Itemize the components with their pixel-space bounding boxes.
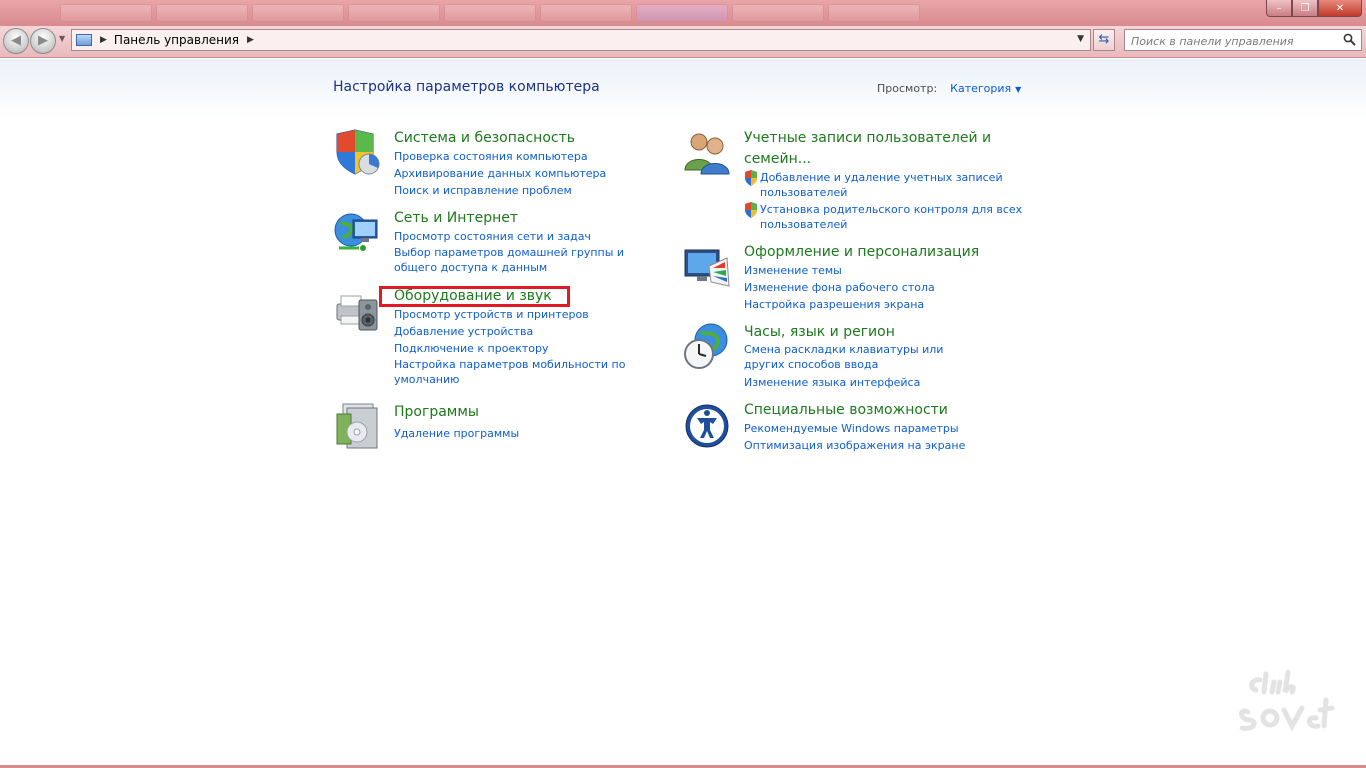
link-interface-language[interactable]: Изменение языка интерфейса [744,374,984,391]
search-input[interactable] [1125,31,1335,52]
monitor-palette-icon [684,249,730,287]
highlight-box [379,286,570,307]
minimize-button[interactable]: – [1266,0,1292,17]
link-screen-resolution[interactable]: Настройка разрешения экрана [744,296,979,313]
maximize-button[interactable]: ❐ [1292,0,1318,17]
breadcrumb-control-panel[interactable]: Панель управления [114,33,239,47]
link-backup-computer[interactable]: Архивирование данных компьютера [394,165,606,182]
category-title-network-internet[interactable]: Сеть и Интернет [394,208,664,228]
category-title-user-accounts[interactable]: Учетные записи пользователей и семейн... [744,128,994,170]
category-text: Часы, язык и регион Смена раскладки клав… [744,322,984,391]
background-tab [60,4,152,22]
background-tab [732,4,824,22]
refresh-button[interactable]: ⇆ [1093,29,1115,51]
category-text: Учетные записи пользователей и семейн...… [744,128,1032,234]
link-devices-printers[interactable]: Просмотр устройств и принтеров [394,306,634,323]
link-connect-projector[interactable]: Подключение к проектору [394,340,634,357]
category-text: Оформление и персонализация Изменение те… [744,242,979,313]
link-optimize-display[interactable]: Оптимизация изображения на экране [744,437,965,454]
view-label: Просмотр: [877,82,938,95]
background-tab [540,4,632,22]
background-taskbar-tabs [60,4,920,22]
accessibility-icon [685,404,729,448]
link-recommended-settings[interactable]: Рекомендуемые Windows параметры [744,420,965,437]
navigation-bar: ◀ ▶ ▼ ▶ Панель управления ▶ ▼ ⇆ [0,26,1366,58]
control-panel-icon [76,34,92,46]
breadcrumb-arrow-icon[interactable]: ▶ [247,35,254,45]
shield-pie-icon [336,129,380,175]
printer-speaker-icon [336,295,378,331]
view-mode-dropdown[interactable]: Категория ▼ [950,82,1021,95]
recent-pages-dropdown[interactable]: ▼ [59,34,65,43]
link-add-device[interactable]: Добавление устройства [394,323,634,340]
background-tab [156,4,248,22]
window-titlebar: – ❐ ✕ [0,0,1366,26]
category-title-system-security[interactable]: Система и безопасность [394,128,606,148]
link-add-remove-accounts[interactable]: Добавление и удаление учетных записей по… [760,170,1032,200]
clock-globe-icon [684,323,728,369]
link-mobility-settings[interactable]: Настройка параметров мобильности по умол… [394,357,634,387]
view-selector: Просмотр: Категория ▼ [877,82,1021,95]
category-title-ease-of-access[interactable]: Специальные возможности [744,400,965,420]
chevron-down-icon[interactable]: ▼ [1015,85,1021,94]
window-controls: – ❐ ✕ [1266,0,1362,17]
link-uninstall-program[interactable]: Удаление программы [394,425,519,442]
view-mode-value[interactable]: Категория [950,82,1011,95]
watermark-logo [1239,669,1335,732]
search-icon[interactable] [1343,33,1356,46]
category-text: Система и безопасность Проверка состояни… [394,128,606,199]
breadcrumb-arrow-icon[interactable]: ▶ [100,35,107,45]
link-change-theme[interactable]: Изменение темы [744,262,979,279]
link-parental-controls[interactable]: Установка родительского контроля для все… [760,202,1032,232]
shield-link: Добавление и удаление учетных записей по… [744,170,1032,202]
background-tab [636,4,728,22]
background-tab [252,4,344,22]
link-find-fix-problems[interactable]: Поиск и исправление проблем [394,182,606,199]
uac-shield-icon [745,202,757,218]
users-icon [684,133,730,175]
background-tab [348,4,440,22]
category-title-clock-language[interactable]: Часы, язык и регион [744,322,984,342]
shield-link: Установка родительского контроля для все… [744,202,1032,234]
background-tab [444,4,536,22]
address-bar[interactable]: ▶ Панель управления ▶ ▼ [71,29,1091,51]
back-button[interactable]: ◀ [3,28,29,54]
link-keyboard-layout[interactable]: Смена раскладки клавиатуры или других сп… [744,342,984,372]
close-button[interactable]: ✕ [1318,0,1362,17]
background-tab [828,4,920,22]
uac-shield-icon [745,170,757,186]
programs-disc-icon [336,403,378,449]
link-view-network-status[interactable]: Просмотр состояния сети и задач [394,228,664,245]
category-text: Специальные возможности Рекомендуемые Wi… [744,400,965,454]
category-title-programs[interactable]: Программы [394,402,519,422]
category-text: Сеть и Интернет Просмотр состояния сети … [394,208,664,277]
category-text: Программы Удаление программы [394,402,519,442]
link-check-computer-status[interactable]: Проверка состояния компьютера [394,148,606,165]
page-title: Настройка параметров компьютера [333,79,600,95]
search-box[interactable] [1124,29,1362,52]
network-globe-icon [334,213,378,251]
category-title-appearance[interactable]: Оформление и персонализация [744,242,979,262]
address-dropdown-icon[interactable]: ▼ [1077,34,1084,44]
link-homegroup-sharing[interactable]: Выбор параметров домашней группы и общег… [394,245,664,275]
forward-button[interactable]: ▶ [30,28,56,54]
link-change-background[interactable]: Изменение фона рабочего стола [744,279,979,296]
